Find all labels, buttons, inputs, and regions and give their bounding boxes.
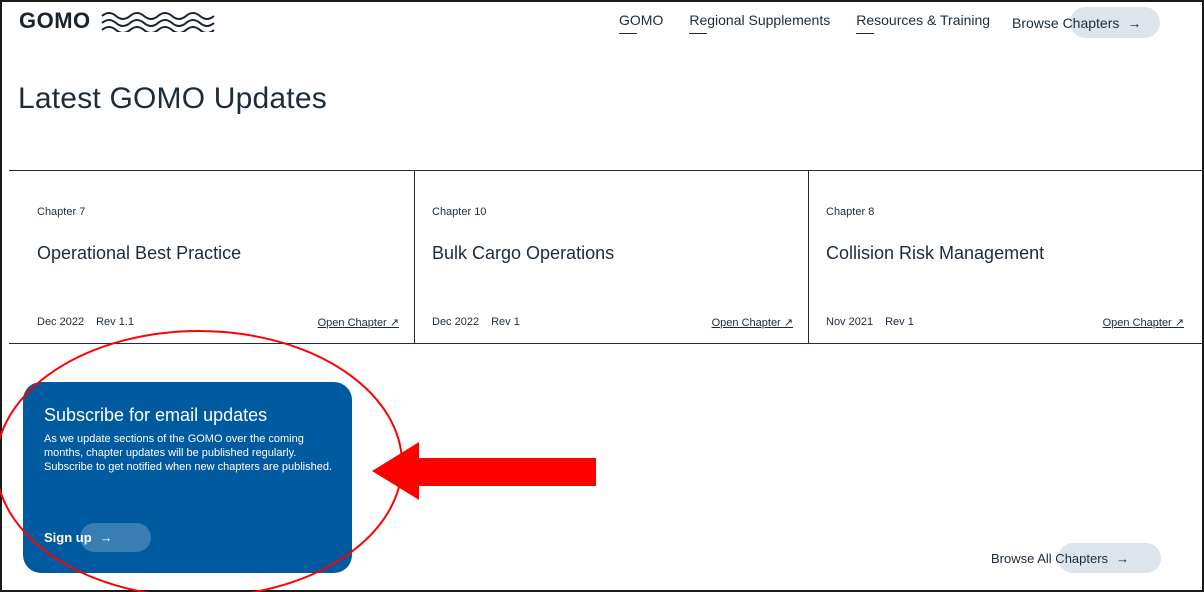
chapter-revision: Rev 1 bbox=[885, 316, 914, 328]
arrow-right-icon: → bbox=[1116, 550, 1130, 566]
chapter-meta: Nov 2021 Rev 1 bbox=[826, 316, 914, 328]
chapter-number: Chapter 10 bbox=[432, 206, 487, 218]
browse-chapters-button[interactable]: Browse Chapters → bbox=[1012, 7, 1160, 38]
sign-up-label: Sign up bbox=[44, 530, 92, 545]
wave-logo-icon bbox=[101, 12, 215, 32]
chapter-meta: Dec 2022 Rev 1 bbox=[432, 316, 520, 328]
arrow-right-icon: → bbox=[1127, 14, 1142, 31]
page-title: Latest GOMO Updates bbox=[18, 82, 327, 115]
nav-item-gomo[interactable]: GOMO bbox=[619, 12, 663, 34]
chapter-cards: Chapter 7 Operational Best Practice Dec … bbox=[9, 170, 1204, 344]
chapter-title: Operational Best Practice bbox=[37, 243, 242, 263]
chapter-card[interactable]: Chapter 7 Operational Best Practice Dec … bbox=[9, 171, 415, 343]
nav-item-resources-training[interactable]: Resources & Training bbox=[856, 12, 990, 34]
chapter-revision: Rev 1 bbox=[491, 316, 520, 328]
subscribe-heading: Subscribe for email updates bbox=[44, 405, 268, 425]
open-chapter-link[interactable]: Open Chapter ↗ bbox=[712, 316, 793, 329]
chapter-date: Nov 2021 bbox=[826, 316, 874, 328]
chapter-title: Bulk Cargo Operations bbox=[432, 243, 615, 263]
chapter-meta: Dec 2022 Rev 1.1 bbox=[37, 316, 134, 328]
chapter-number: Chapter 8 bbox=[826, 206, 875, 218]
browse-all-chapters-label: Browse All Chapters bbox=[991, 550, 1109, 566]
browse-all-chapters-button[interactable]: Browse All Chapters → bbox=[991, 543, 1161, 573]
chapter-revision: Rev 1.1 bbox=[96, 316, 135, 328]
gomo-logo[interactable]: GOMO bbox=[19, 8, 215, 34]
chapter-date: Dec 2022 bbox=[37, 316, 85, 328]
chapter-card[interactable]: Chapter 8 Collision Risk Management Nov … bbox=[809, 171, 1204, 343]
logo-text: GOMO bbox=[19, 8, 91, 33]
subscribe-panel: Subscribe for email updates As we update… bbox=[23, 382, 352, 573]
open-chapter-link[interactable]: Open Chapter ↗ bbox=[1103, 316, 1184, 329]
sign-up-button[interactable]: Sign up → bbox=[44, 523, 151, 552]
chapter-card[interactable]: Chapter 10 Bulk Cargo Operations Dec 202… bbox=[415, 171, 809, 343]
nav-item-regional-supplements[interactable]: Regional Supplements bbox=[689, 12, 830, 34]
browse-chapters-label: Browse Chapters bbox=[1012, 14, 1120, 31]
chapter-date: Dec 2022 bbox=[432, 316, 480, 328]
open-chapter-link[interactable]: Open Chapter ↗ bbox=[318, 316, 399, 329]
arrow-right-icon: → bbox=[99, 530, 113, 545]
subscribe-description: As we update sections of the GOMO over t… bbox=[44, 433, 333, 473]
chapter-title: Collision Risk Management bbox=[826, 243, 1045, 263]
chapter-number: Chapter 7 bbox=[37, 206, 86, 218]
main-nav: GOMO Regional Supplements Resources & Tr… bbox=[619, 12, 1016, 34]
